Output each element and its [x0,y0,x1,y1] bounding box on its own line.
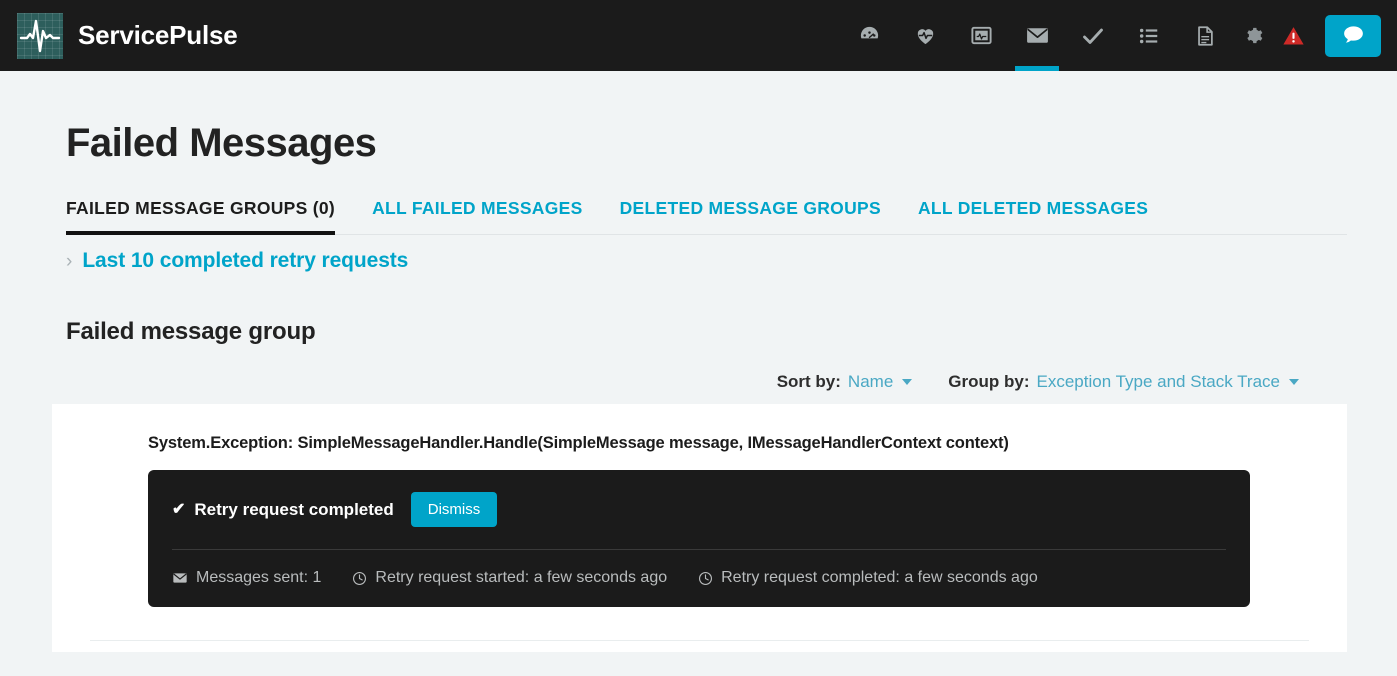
last-retry-requests-toggle[interactable]: › Last 10 completed retry requests [66,249,408,273]
dismiss-button[interactable]: Dismiss [410,492,498,527]
pulse-waveform-icon [17,12,63,59]
group-by-control: Group by: Exception Type and Stack Trace [948,372,1299,392]
page-title: Failed Messages [66,121,377,165]
group-by-label: Group by: [948,372,1030,391]
brand-name: ServicePulse [78,20,238,50]
top-navbar: ServicePulse [0,0,1397,71]
tab-all-failed-messages[interactable]: ALL FAILED MESSAGES [372,198,583,234]
feedback-button[interactable] [1325,14,1381,57]
meta-text: Retry request completed: a few seconds a… [721,569,1038,586]
page-content: Failed Messages FAILED MESSAGE GROUPS (0… [0,71,1397,652]
section-heading: Failed message group [66,318,316,345]
nav-item-monitoring[interactable] [953,0,1009,71]
list-icon [1138,25,1160,47]
sort-by-value[interactable]: Name [848,372,893,392]
chevron-right-icon: › [66,250,73,272]
meta-retry-completed: Retry request completed: a few seconds a… [698,569,1038,587]
sort-group-controls: Sort by: Name Group by: Exception Type a… [50,372,1347,392]
group-by-value[interactable]: Exception Type and Stack Trace [1037,372,1281,392]
gauge-dashboard-icon [858,24,881,47]
document-icon [1194,25,1216,47]
tab-deleted-message-groups[interactable]: DELETED MESSAGE GROUPS [620,198,881,234]
retry-request-panel: ✔ Retry request completed Dismiss Messag… [148,470,1250,607]
clock-icon [698,571,713,586]
heart-pulse-icon [914,24,937,47]
envelope-icon [1025,23,1050,48]
meta-text: Messages sent: 1 [196,569,322,586]
failed-message-group-card: System.Exception: SimpleMessageHandler.H… [52,404,1347,652]
brand[interactable]: ServicePulse [0,12,238,59]
chat-bubble-icon [1341,22,1366,50]
nav-item-events[interactable] [1121,0,1177,71]
nav-item-failed-messages[interactable] [1009,0,1065,71]
sort-by-control: Sort by: Name [777,372,913,392]
tab-all-deleted-messages[interactable]: ALL DELETED MESSAGES [918,198,1148,234]
gear-icon [1244,26,1263,45]
check-icon [1081,24,1105,48]
meta-messages-sent: Messages sent: 1 [172,569,321,587]
clock-icon [352,571,367,586]
warning-triangle-icon [1282,25,1305,46]
nav-item-dashboard[interactable] [841,0,897,71]
chevron-down-icon[interactable] [1289,379,1299,385]
envelope-icon [172,570,188,586]
check-icon: ✔ [172,500,186,518]
chevron-down-icon[interactable] [902,379,913,385]
meta-retry-started: Retry request started: a few seconds ago [352,569,667,587]
card-divider [90,640,1309,641]
retry-status-text: Retry request completed [194,499,394,519]
sort-by-label: Sort by: [776,372,841,391]
nav-item-settings[interactable] [1233,0,1273,71]
nav-item-documentation[interactable] [1177,0,1233,71]
meta-text: Retry request started: a few seconds ago [375,569,668,586]
panel-divider [172,549,1226,550]
last-retry-requests-label: Last 10 completed retry requests [82,249,409,272]
nav-item-alerts[interactable] [1273,0,1313,71]
tab-failed-message-groups[interactable]: FAILED MESSAGE GROUPS (0) [66,198,336,235]
retry-meta-row: Messages sent: 1 Retry request started: … [172,569,1226,587]
nav-item-heartbeats[interactable] [897,0,953,71]
retry-status: ✔ Retry request completed [172,500,394,520]
retry-panel-header: ✔ Retry request completed Dismiss [172,492,1226,527]
monitoring-screen-icon [970,24,993,47]
tab-bar: FAILED MESSAGE GROUPS (0) ALL FAILED MES… [66,198,1347,235]
exception-title: System.Exception: SimpleMessageHandler.H… [148,434,1009,452]
nav-item-custom-checks[interactable] [1065,0,1121,71]
nav-icon-group [841,0,1397,71]
